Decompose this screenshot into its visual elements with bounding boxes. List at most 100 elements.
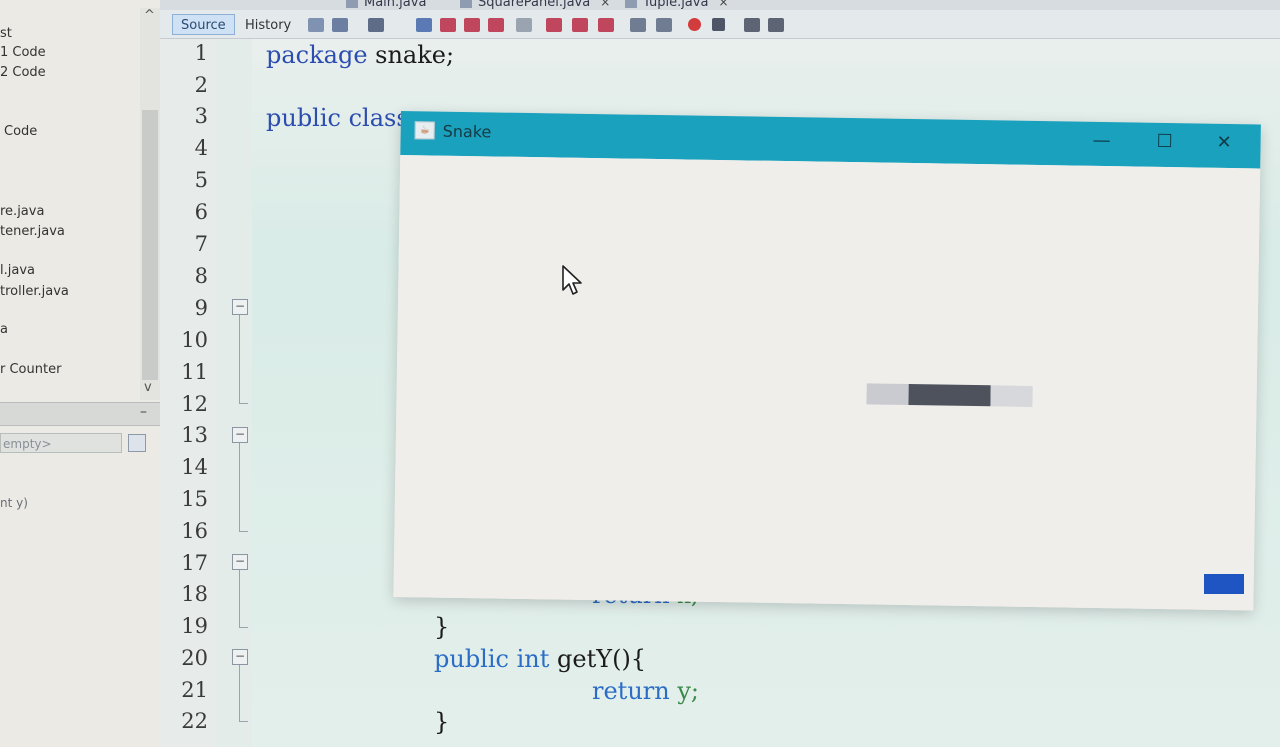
code-text: getY(){: [549, 645, 647, 673]
code-line-21: return y;: [592, 677, 699, 705]
filter-options-icon[interactable]: [128, 434, 146, 452]
code-text: snake;: [367, 41, 455, 69]
line-number: 18: [181, 582, 208, 606]
nav-item[interactable]: re.java: [0, 204, 44, 219]
nav-item[interactable]: troller.java: [0, 284, 69, 299]
tab-label: Main.java: [364, 0, 427, 10]
chevron-down-icon[interactable]: v: [144, 380, 152, 395]
java-file-icon: [346, 0, 358, 8]
fold-end: [239, 627, 248, 628]
record-macro-icon[interactable]: [688, 18, 701, 31]
code-line-3: public class: [266, 104, 409, 132]
bookmark-prev-icon[interactable]: [546, 18, 562, 32]
line-number: 3: [194, 104, 208, 128]
select-icon[interactable]: [516, 18, 532, 32]
navigator-panel: st 1 Code 2 Code Code re.java tener.java…: [0, 0, 161, 747]
find-prev-icon[interactable]: [440, 18, 456, 32]
game-board[interactable]: [393, 154, 1261, 611]
line-number: 17: [181, 551, 208, 575]
line-number: 6: [194, 200, 208, 224]
source-tab-button[interactable]: Source: [172, 14, 235, 35]
line-number: 16: [181, 519, 208, 543]
snake-body: [908, 384, 991, 407]
line-number: 10: [181, 328, 208, 352]
member-signature[interactable]: nt y): [0, 496, 28, 510]
stop-macro-icon[interactable]: [712, 18, 725, 31]
java-file-icon: [625, 0, 637, 8]
line-number: 20: [181, 646, 208, 670]
minimize-panel-button[interactable]: –: [140, 404, 147, 420]
find-next-icon[interactable]: [464, 18, 480, 32]
fold-column: − − − −: [216, 39, 252, 747]
line-number-gutter: 1 2 3 4 5 6 7 8 9 10 11 12 13 14 15 16 1…: [160, 39, 217, 747]
mouse-pointer-icon: [562, 265, 582, 295]
snake-trail: [990, 385, 1033, 407]
java-file-icon: [460, 0, 472, 8]
line-number: 1: [194, 41, 208, 65]
filter-combobox[interactable]: empty>: [0, 433, 122, 453]
fold-toggle-icon[interactable]: −: [232, 427, 248, 443]
fold-guide: [239, 570, 240, 627]
nav-item[interactable]: r Counter: [0, 362, 61, 377]
fold-guide: [239, 443, 240, 531]
fold-toggle-icon[interactable]: −: [232, 299, 248, 315]
keyword: public class: [266, 104, 409, 132]
nav-item[interactable]: tener.java: [0, 224, 65, 239]
line-number: 22: [181, 709, 208, 733]
maximize-button[interactable]: ☐: [1156, 131, 1172, 152]
close-icon[interactable]: ×: [718, 0, 728, 9]
line-number: 14: [181, 455, 208, 479]
keyword: return: [592, 677, 670, 705]
java-cup-icon: ☕: [414, 121, 435, 140]
keyword: public int: [434, 645, 550, 673]
keyword: package: [266, 41, 368, 69]
line-number: 15: [181, 487, 208, 511]
fold-toggle-icon[interactable]: −: [232, 554, 248, 570]
nav-item[interactable]: Code: [4, 124, 37, 139]
code-line-1: package snake;: [266, 41, 454, 69]
nav-item[interactable]: a: [0, 322, 8, 337]
fold-guide: [239, 665, 240, 721]
code-var: y;: [669, 677, 699, 705]
shift-left-icon[interactable]: [630, 18, 646, 32]
line-number: 12: [181, 392, 208, 416]
uncomment-icon[interactable]: [768, 18, 784, 32]
bookmark-toggle-icon[interactable]: [598, 18, 614, 32]
bookmark-next-icon[interactable]: [572, 18, 588, 32]
code-line-19: }: [434, 613, 450, 641]
close-button[interactable]: ✕: [1216, 132, 1231, 153]
nav-item[interactable]: st: [0, 26, 12, 41]
fold-end: [239, 721, 248, 722]
line-number: 5: [194, 168, 208, 192]
snake-food: [1204, 574, 1244, 594]
forward-icon[interactable]: [332, 18, 348, 32]
tab-label: Tuple.java: [643, 0, 709, 10]
line-number: 4: [194, 136, 208, 160]
fold-guide: [239, 315, 240, 403]
back-icon[interactable]: [308, 18, 324, 32]
snake-trail: [866, 383, 911, 406]
close-icon[interactable]: ×: [600, 0, 610, 9]
line-number: 2: [194, 73, 208, 97]
nav-item[interactable]: 1 Code: [0, 45, 46, 60]
shift-right-icon[interactable]: [656, 18, 672, 32]
panel-splitter[interactable]: [0, 402, 160, 426]
fold-end: [239, 531, 248, 532]
fold-toggle-icon[interactable]: −: [232, 649, 248, 665]
chevron-up-icon[interactable]: ^: [144, 8, 155, 23]
nav-item[interactable]: l.java: [0, 263, 35, 278]
minimize-button[interactable]: —: [1092, 130, 1110, 151]
nav-item[interactable]: 2 Code: [0, 65, 46, 80]
fold-end: [239, 403, 248, 404]
code-line-22: }: [434, 708, 450, 736]
line-number: 21: [181, 678, 208, 702]
search-icon[interactable]: [416, 18, 432, 32]
window-title: Snake: [442, 121, 492, 142]
comment-icon[interactable]: [744, 18, 760, 32]
editor-toolbar: Source History: [160, 10, 1280, 39]
go-to-icon[interactable]: [368, 18, 384, 32]
toggle-highlight-icon[interactable]: [488, 18, 504, 32]
nav-scroll-thumb[interactable]: [142, 110, 158, 380]
history-tab-button[interactable]: History: [236, 14, 300, 35]
line-number: 9: [194, 296, 208, 320]
